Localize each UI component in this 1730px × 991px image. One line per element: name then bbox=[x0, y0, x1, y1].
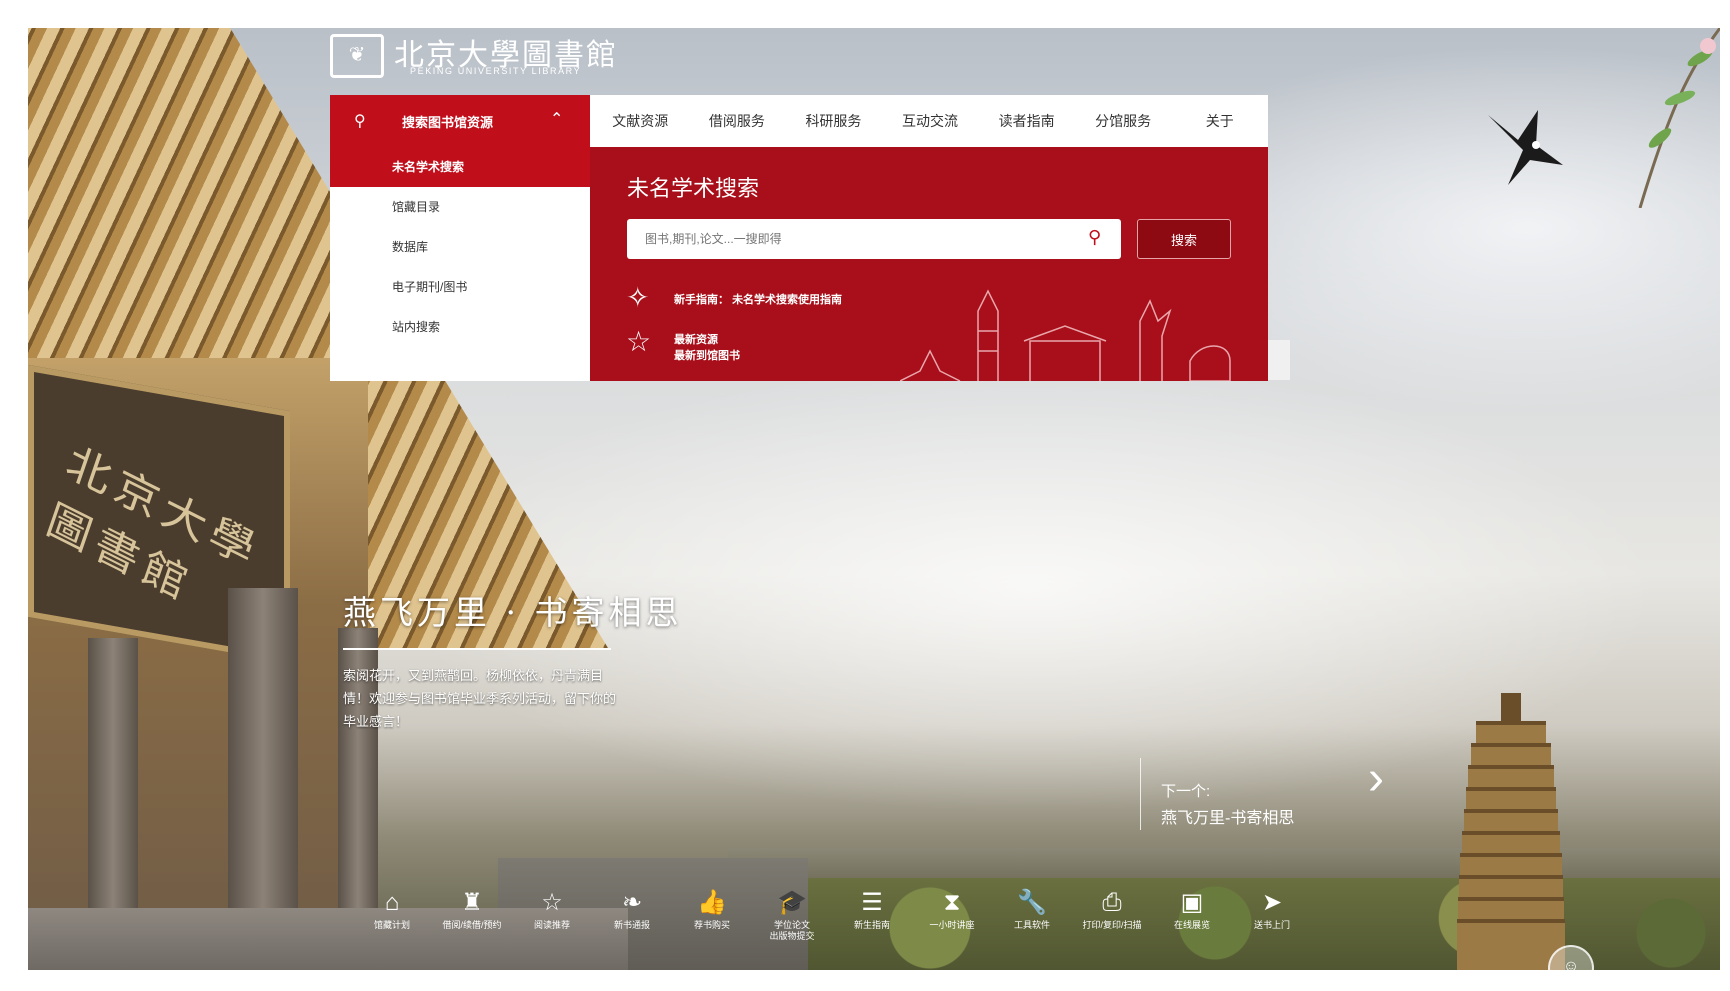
quick-link-label: 新书通报 bbox=[613, 920, 650, 930]
blossom-branch-image bbox=[1638, 28, 1720, 208]
search-type-item[interactable]: 数据库 bbox=[330, 227, 590, 267]
quick-link-label: 在线展览 bbox=[1173, 920, 1210, 930]
quick-link-label: 借阅/续借/预约 bbox=[442, 920, 502, 930]
panel-edge bbox=[1268, 340, 1290, 380]
new-resources-label[interactable]: 最新资源 bbox=[674, 331, 718, 347]
image-icon: ▣ bbox=[1180, 889, 1204, 916]
search-button[interactable]: 搜索 bbox=[1137, 219, 1231, 259]
search-input[interactable] bbox=[627, 219, 1121, 259]
search-icon[interactable]: ⚲ bbox=[1088, 227, 1101, 248]
quick-link[interactable]: ♜ 借阅/续借/预约 bbox=[432, 890, 512, 960]
printer-icon: ⎙ bbox=[1102, 889, 1122, 916]
quick-link-label: 荐书购买 bbox=[693, 920, 730, 930]
search-icon: ⚲ bbox=[354, 113, 366, 130]
library-seal-icon: ❦ bbox=[330, 34, 384, 78]
thumbs-up-icon: 👍 bbox=[697, 889, 727, 916]
figure-icon: ✧ bbox=[626, 282, 650, 313]
search-tab-label: 搜索图书馆资源 bbox=[402, 115, 494, 130]
pagoda-image bbox=[1456, 693, 1566, 970]
quick-links-bar: ⌂ 馆藏计划 ♜ 借阅/续借/预约 ☆ 阅读推荐 ❧ 新书通报 👍 荐书购买 🎓… bbox=[352, 890, 1392, 960]
main-nav-bar: ⚲ 搜索图书馆资源 ⌃ 文献资源 借阅服务 科研服务 互动交流 读者指南 分馆服… bbox=[330, 95, 1268, 147]
quick-link[interactable]: ⧗ 一小时讲座 bbox=[912, 890, 992, 960]
guide-link[interactable]: 未名学术搜索使用指南 bbox=[732, 294, 842, 306]
nav-item-reader-guide[interactable]: 读者指南 bbox=[978, 95, 1075, 147]
next-label: 下一个: bbox=[1161, 783, 1211, 800]
headline-divider bbox=[343, 648, 611, 650]
quick-link[interactable]: ☆ 阅读推荐 bbox=[512, 890, 592, 960]
banner-description: 索阅花开，又到燕鹊回。杨柳依依，丹青满目情！欢迎参与图书馆毕业季系列活动，留下你… bbox=[343, 668, 617, 729]
star-outline-icon: ☆ bbox=[626, 326, 652, 357]
search-type-item[interactable]: 电子期刊/图书 bbox=[330, 267, 590, 307]
campus-skyline-illustration bbox=[900, 289, 1231, 381]
search-type-item[interactable]: 未名学术搜索 bbox=[330, 147, 590, 187]
magpie-image bbox=[1488, 110, 1563, 185]
home-icon: ⌂ bbox=[384, 889, 400, 916]
search-type-list: 未名学术搜索 馆藏目录 数据库 电子期刊/图书 站内搜索 bbox=[330, 147, 590, 381]
nav-item-branches[interactable]: 分馆服务 bbox=[1075, 95, 1172, 147]
quick-link-label: 学位论文 出版物提交 bbox=[769, 920, 815, 941]
quick-link[interactable]: ❧ 新书通报 bbox=[592, 890, 672, 960]
list-icon: ☰ bbox=[861, 889, 883, 916]
quick-link[interactable]: ⎙ 打印/复印/扫描 bbox=[1072, 890, 1152, 960]
quick-link-label: 打印/复印/扫描 bbox=[1082, 920, 1142, 930]
search-panel: 未名学术搜索 ⚲ 搜索 ✧ 新手指南： 未名学术搜索使用指南 ☆ 最新资源 最新… bbox=[590, 147, 1268, 381]
search-type-item[interactable]: 站内搜索 bbox=[330, 307, 590, 347]
quick-link[interactable]: ➤ 送书上门 bbox=[1232, 890, 1312, 960]
nav-menu: 文献资源 借阅服务 科研服务 互动交流 读者指南 分馆服务 关于 bbox=[592, 95, 1268, 147]
quick-link-label: 送书上门 bbox=[1253, 920, 1290, 930]
guide-row: 新手指南： 未名学术搜索使用指南 bbox=[674, 291, 842, 307]
quick-link-label: 馆藏计划 bbox=[373, 920, 410, 930]
chevron-right-icon[interactable]: › bbox=[1368, 755, 1384, 803]
quick-link-label: 一小时讲座 bbox=[929, 920, 975, 930]
quick-link-label: 阅读推荐 bbox=[533, 920, 570, 930]
reader-icon: ♜ bbox=[461, 889, 483, 916]
nav-item-about[interactable]: 关于 bbox=[1171, 95, 1268, 147]
paper-plane-icon: ➤ bbox=[1261, 889, 1283, 916]
wrench-icon: 🔧 bbox=[1017, 889, 1047, 916]
logo-name-en: PEKING UNIVERSITY LIBRARY bbox=[410, 66, 582, 76]
quick-link-label: 新生指南 bbox=[853, 920, 890, 930]
nav-item-borrowing[interactable]: 借阅服务 bbox=[689, 95, 786, 147]
search-type-item[interactable]: 馆藏目录 bbox=[330, 187, 590, 227]
leaf-icon: ❧ bbox=[621, 889, 643, 916]
nav-item-interaction[interactable]: 互动交流 bbox=[882, 95, 979, 147]
hourglass-icon: ⧗ bbox=[943, 889, 961, 916]
floating-chat-button[interactable]: ☺ bbox=[1548, 945, 1594, 991]
quick-link[interactable]: 🔧 工具软件 bbox=[992, 890, 1072, 960]
quick-link[interactable]: ▣ 在线展览 bbox=[1152, 890, 1232, 960]
next-slide-link[interactable]: 下一个: 燕飞万里-书寄相思 bbox=[1140, 758, 1381, 830]
quick-link-label: 工具软件 bbox=[1013, 920, 1050, 930]
chevron-up-icon: ⌃ bbox=[550, 111, 564, 128]
graduation-cap-icon: 🎓 bbox=[777, 889, 807, 916]
next-title: 燕飞万里-书寄相思 bbox=[1161, 810, 1295, 827]
new-books-link[interactable]: 最新到馆图书 bbox=[674, 347, 740, 363]
quick-link[interactable]: 👍 荐书购买 bbox=[672, 890, 752, 960]
nav-item-research[interactable]: 科研服务 bbox=[785, 95, 882, 147]
banner-headline: 燕飞万里 · 书寄相思 bbox=[343, 593, 683, 632]
search-resources-tab[interactable]: ⚲ 搜索图书馆资源 ⌃ bbox=[330, 95, 590, 147]
star-icon: ☆ bbox=[541, 889, 563, 916]
quick-link[interactable]: 🎓 学位论文 出版物提交 bbox=[752, 890, 832, 960]
guide-label: 新手指南： bbox=[674, 294, 729, 306]
quick-link[interactable]: ☰ 新生指南 bbox=[832, 890, 912, 960]
nav-item-resources[interactable]: 文献资源 bbox=[592, 95, 689, 147]
search-panel-title: 未名学术搜索 bbox=[627, 176, 760, 201]
quick-link[interactable]: ⌂ 馆藏计划 bbox=[352, 890, 432, 960]
library-logo[interactable]: ❦ 北京大學圖書館 PEKING UNIVERSITY LIBRARY bbox=[330, 30, 616, 78]
